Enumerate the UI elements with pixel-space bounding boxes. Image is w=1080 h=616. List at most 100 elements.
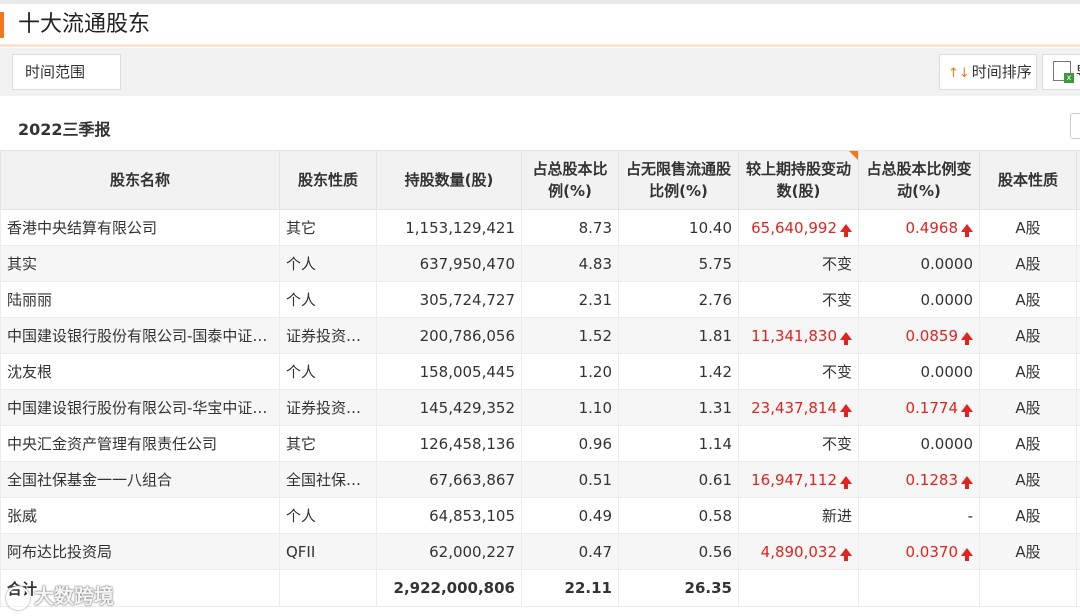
table-row: 香港中央结算有限公司 其它 1,153,129,421 8.73 10.40 65,640… [0, 209, 1080, 246]
share-type: A股 [979, 353, 1077, 390]
change-shares-value: 65,640,992 [751, 218, 837, 237]
shareholder-type: 证券投资基金 [279, 389, 377, 426]
change-shares: 不变 [738, 425, 859, 462]
change-shares: 16,947,112 [738, 461, 859, 498]
col-header-pct-total[interactable]: 占总股本比例(%) [521, 150, 619, 210]
change-shares-value: 不变 [821, 363, 852, 381]
shareholder-name[interactable]: 沈友根 [0, 353, 280, 390]
table-row: 沈友根 个人 158,005,445 1.20 1.42 不变 0.0000 A股 [0, 353, 1080, 390]
shareholder-type: 其它 [279, 209, 377, 246]
change-pct: 0.4968 [858, 209, 980, 246]
arrow-up-icon [961, 547, 973, 561]
pct-of-total: 0.49 [521, 497, 619, 534]
shareholder-name[interactable]: 张威 [0, 497, 280, 534]
change-shares: 新进 [738, 497, 859, 534]
shares-held: 200,786,056 [376, 317, 522, 354]
report-period-label: 2022三季报 [18, 120, 111, 139]
shareholder-name[interactable]: 中国建设银行股份有限公司-华宝中证全指证券公司交易型开放式指数证券投资基金 [0, 389, 280, 426]
share-type: A股 [979, 317, 1077, 354]
excel-export-icon [1053, 61, 1074, 83]
col-header-pct-float[interactable]: 占无限售流通股比例(%) [618, 150, 739, 210]
table-header-row: 股东名称 股东性质 持股数量(股) 占总股本比例(%) 占无限售流通股比例(%)… [0, 150, 1080, 210]
shareholder-name[interactable]: 全国社保基金一一八组合 [0, 461, 280, 498]
extra-cell [1076, 389, 1080, 426]
sort-corner-marker [849, 151, 858, 160]
change-pct-value: 0.0859 [905, 326, 959, 345]
change-shares-value: 11,341,830 [751, 326, 837, 345]
shareholder-name[interactable]: 陆丽丽 [0, 281, 280, 318]
pct-of-float: 0.58 [618, 497, 739, 534]
shares-held: 62,000,227 [376, 533, 522, 570]
change-shares: 不变 [738, 353, 859, 390]
col-header-shares[interactable]: 持股数量(股) [376, 150, 522, 210]
table-row: 其实 个人 637,950,470 4.83 5.75 不变 0.0000 A股 [0, 245, 1080, 282]
page-title: 十大流通股东 [18, 12, 151, 37]
pct-of-total: 0.96 [521, 425, 619, 462]
extra-cell [1076, 317, 1080, 354]
watermark-logo-icon [6, 585, 30, 610]
col-header-pct-change[interactable]: 占总股本比例变动(%) [858, 150, 980, 210]
change-shares-value: 4,890,032 [760, 542, 837, 561]
export-button[interactable]: 导 [1042, 54, 1080, 90]
shareholder-name[interactable]: 中国建设银行股份有限公司-国泰中证全指证券公司交易型开放式指数证券投资基金 [0, 317, 280, 354]
arrow-up-icon [961, 331, 973, 345]
change-pct-value: 0.0370 [905, 542, 959, 561]
time-sort-button[interactable]: ↑↓ 时间排序 [939, 54, 1037, 90]
share-type: A股 [979, 461, 1077, 498]
shareholder-type: 个人 [279, 245, 377, 282]
pct-of-total: 1.20 [521, 353, 619, 390]
watermark-text: 大数跨境 [34, 584, 114, 608]
shareholder-name[interactable]: 中央汇金资产管理有限责任公司 [0, 425, 280, 462]
pct-of-total: 1.10 [521, 389, 619, 426]
extra-cell [1076, 281, 1080, 318]
col-header-change[interactable]: 较上期持股变动数(股) [738, 150, 859, 210]
change-shares: 不变 [738, 281, 859, 318]
change-pct-value: 0.1774 [905, 398, 959, 417]
total-empty [738, 569, 859, 607]
sort-arrows-icon: ↑↓ [948, 66, 970, 81]
pct-of-total: 1.52 [521, 317, 619, 354]
change-shares-value: 新进 [821, 507, 852, 525]
shareholder-name[interactable]: 其实 [0, 245, 280, 282]
col-header-name[interactable]: 股东名称 [0, 150, 280, 210]
pct-of-float: 1.42 [618, 353, 739, 390]
period-selector[interactable] [1070, 113, 1080, 139]
change-pct-value: 0.0000 [920, 362, 974, 381]
shareholder-type: 个人 [279, 497, 377, 534]
pct-of-float: 1.31 [618, 389, 739, 426]
col-header-share-type[interactable]: 股本性质 [979, 150, 1077, 210]
extra-cell [1076, 425, 1080, 462]
pct-of-float: 10.40 [618, 209, 739, 246]
table-row: 中国建设银行股份有限公司-国泰中证全指证券公司交易型开放式指数证券投资基金证券投… [0, 317, 1080, 354]
shares-held: 126,458,136 [376, 425, 522, 462]
table-row: 中国建设银行股份有限公司-华宝中证全指证券公司交易型开放式指数证券投资基金证券投… [0, 389, 1080, 426]
change-pct: 0.0859 [858, 317, 980, 354]
shares-held: 158,005,445 [376, 353, 522, 390]
shareholder-name[interactable]: 香港中央结算有限公司 [0, 209, 280, 246]
shareholder-name[interactable]: 阿布达比投资局 [0, 533, 280, 570]
extra-cell [1076, 353, 1080, 390]
col-header-extra [1076, 150, 1080, 210]
table-row: 中央汇金资产管理有限责任公司 其它 126,458,136 0.96 1.14 不变 0.0… [0, 425, 1080, 462]
change-pct: - [858, 497, 980, 534]
total-row: 合计 2,922,000,806 22.11 26.35 [0, 569, 1080, 607]
col-header-type[interactable]: 股东性质 [279, 150, 377, 210]
extra-cell [1076, 497, 1080, 534]
table-row: 全国社保基金一一八组合 全国社保基金 67,663,867 0.51 0.61 16,94… [0, 461, 1080, 498]
pct-of-total: 0.51 [521, 461, 619, 498]
change-pct-value: 0.0000 [920, 290, 974, 309]
shareholder-type: 个人 [279, 281, 377, 318]
shares-held: 145,429,352 [376, 389, 522, 426]
share-type: A股 [979, 533, 1077, 570]
period-row: 2022三季报 [0, 96, 1080, 150]
pct-of-float: 5.75 [618, 245, 739, 282]
time-range-button[interactable]: 时间范围 [12, 54, 121, 90]
share-type: A股 [979, 497, 1077, 534]
toolbar: 时间范围 ↑↓时间排序 导 [0, 48, 1080, 96]
pct-of-total: 0.47 [521, 533, 619, 570]
total-empty [979, 569, 1077, 607]
pct-of-float: 0.56 [618, 533, 739, 570]
change-shares-value: 16,947,112 [751, 470, 837, 489]
share-type: A股 [979, 281, 1077, 318]
pct-of-float: 1.81 [618, 317, 739, 354]
